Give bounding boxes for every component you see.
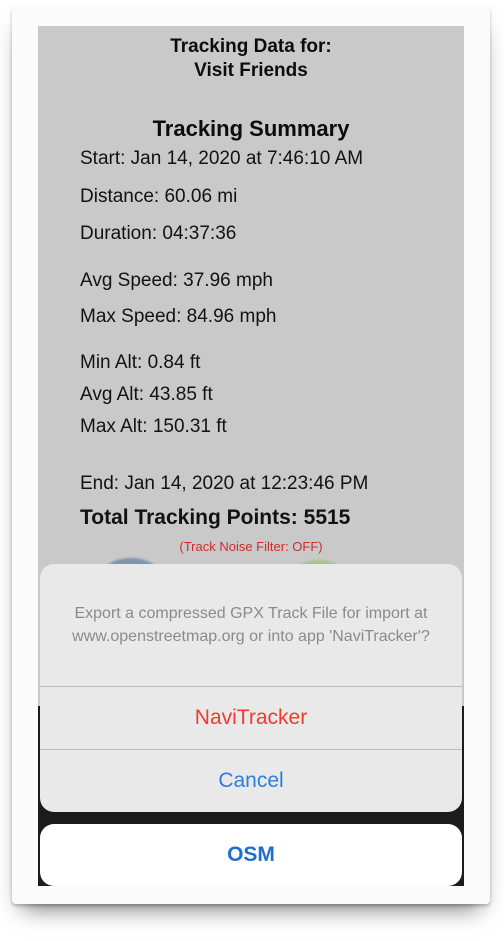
max-alt-value: Max Alt: 150.31 ft [80, 416, 227, 437]
max-speed-value: Max Speed: 84.96 mph [80, 306, 277, 327]
avg-alt-value: Avg Alt: 43.85 ft [80, 384, 213, 405]
summary-title: Tracking Summary [152, 116, 350, 141]
avg-speed-value: Avg Speed: 37.96 mph [80, 270, 273, 291]
min-alt-value: Min Alt: 0.84 ft [80, 352, 201, 373]
end-time: End: Jan 14, 2020 at 12:23:46 PM [80, 473, 369, 494]
osm-button[interactable]: OSM [40, 824, 462, 886]
header-title-line1: Tracking Data for: [170, 36, 332, 57]
total-tracking-points: Total Tracking Points: 5515 [80, 506, 351, 529]
action-sheet-message-text: Export a compressed GPX Track File for i… [72, 605, 430, 645]
start-time: Start: Jan 14, 2020 at 7:46:10 AM [80, 148, 364, 169]
duration-value: Duration: 04:37:36 [80, 223, 237, 244]
cancel-button[interactable]: Cancel [40, 750, 462, 812]
action-sheet-message: Export a compressed GPX Track File for i… [40, 564, 462, 686]
distance-value: Distance: 60.06 mi [80, 186, 238, 207]
navitracker-button[interactable]: NaviTracker [40, 687, 462, 749]
export-action-sheet: Export a compressed GPX Track File for i… [40, 564, 462, 812]
header-title-line2: Visit Friends [194, 60, 308, 81]
noise-filter-status: (Track Noise Filter: OFF) [179, 539, 323, 554]
